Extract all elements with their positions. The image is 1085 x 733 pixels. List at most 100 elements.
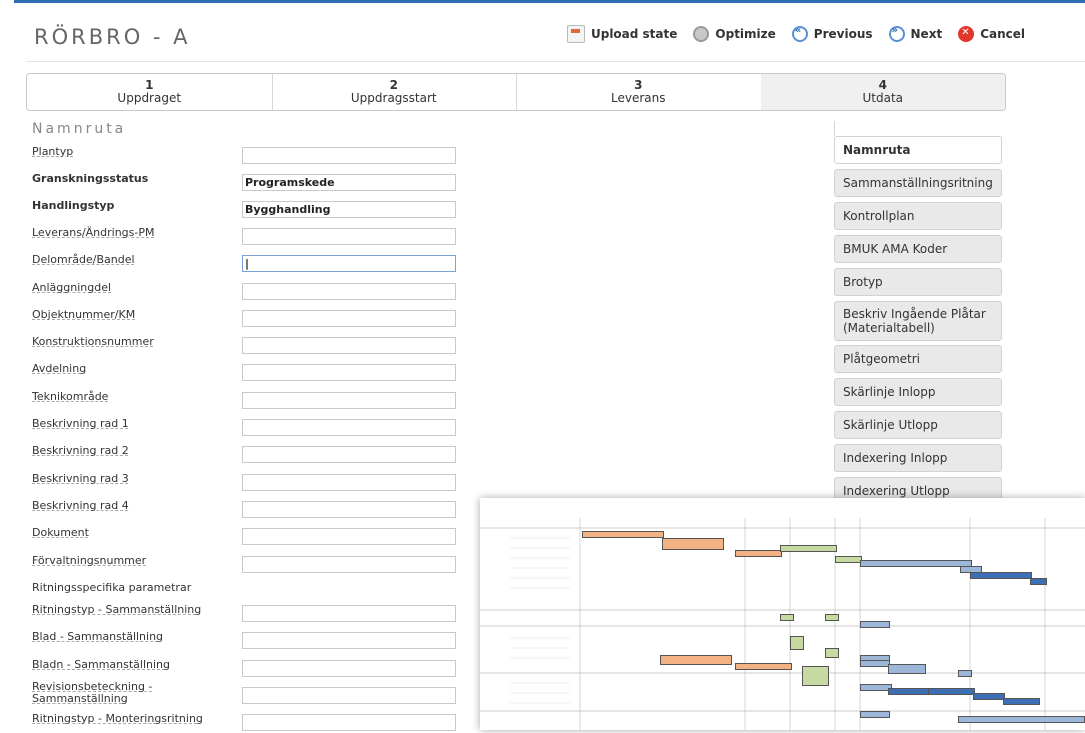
form-row: Bladn - Sammanställning [32,652,472,678]
upload-icon [566,25,585,43]
sidebar-tab[interactable]: BMUK AMA Koder [834,235,1002,263]
sidebar-tab[interactable]: Skärlinje Inlopp [834,378,1002,406]
form-row: Anläggningdel [32,275,472,301]
gantt-chart-image [480,498,1085,730]
fast-forward-icon [888,25,905,42]
field-label: Beskrivning rad 2 [32,444,129,457]
field-label: Beskrivning rad 3 [32,472,129,485]
text-input[interactable] [242,501,456,518]
sidebar-tab[interactable]: Beskriv Ingående Plåtar (Materialtabell) [834,301,1002,341]
form-row: Ritningstyp - Monteringsritning [32,706,472,732]
text-input[interactable] [242,714,456,731]
gantt-bar [780,545,837,552]
sidebar-tab[interactable]: Namnruta [834,136,1002,164]
gantt-bar [973,693,1005,700]
field-label: Blad - Sammanställning [32,630,164,643]
toolbar: Upload state Optimize Previous Next Canc… [566,25,1025,43]
text-input[interactable] [242,474,456,491]
text-input[interactable] [242,632,456,649]
gantt-bar [888,688,930,695]
text-input[interactable] [242,687,456,704]
sidebar-tab[interactable]: Plåtgeometri [834,345,1002,373]
gantt-bar [1030,578,1047,585]
cancel-button[interactable]: Cancel [958,26,1025,42]
text-input[interactable] [242,364,456,381]
text-input[interactable] [242,310,456,327]
gantt-bar [735,550,782,557]
form-row: Blad - Sammanställning [32,624,472,650]
gantt-bar [928,688,975,695]
step-uppdragsstart[interactable]: 2 Uppdragsstart [272,74,517,110]
gantt-bar [958,670,972,677]
form-row: Förvaltningsnummer [32,548,472,574]
text-input[interactable]: | [242,255,456,272]
text-input[interactable] [242,419,456,436]
field-label: Konstruktionsnummer [32,335,154,348]
gantt-bar [662,538,724,550]
text-input[interactable] [242,283,456,300]
field-label: Plantyp [32,145,74,158]
text-input[interactable] [242,605,456,622]
gantt-bar [835,556,862,563]
form-row: Beskrivning rad 2 [32,438,472,464]
step-uppdraget[interactable]: 1 Uppdraget [27,74,273,110]
upload-state-button[interactable]: Upload state [566,25,677,43]
text-input[interactable]: Bygghandling [242,201,456,218]
gantt-bar [888,664,926,674]
field-label: Beskrivning rad 4 [32,499,129,512]
gantt-bar [860,660,890,667]
step-label: Utdata [862,91,904,105]
field-label: Ritningstyp - Sammanställning [32,603,202,616]
form-row: Avdelning [32,356,472,382]
gantt-bar [860,560,972,567]
form-row: Konstruktionsnummer [32,329,472,355]
field-label: Teknikområde [32,390,109,403]
text-input[interactable] [242,147,456,164]
field-label: Handlingstyp [32,199,115,212]
text-input[interactable] [242,446,456,463]
sidebar-tab[interactable]: Sammanställningsritning [834,169,1002,197]
gantt-bar [582,531,664,538]
rewind-icon [791,25,808,42]
optimize-button[interactable]: Optimize [693,26,776,42]
gantt-bar [825,614,839,621]
gantt-bar [660,655,732,665]
form-row: Beskrivning rad 1 [32,411,472,437]
gantt-bar [958,716,1085,723]
close-icon [958,26,975,42]
cancel-label: Cancel [980,27,1025,41]
gantt-bar [735,663,792,670]
text-input[interactable] [242,660,456,677]
field-label: Dokument [32,526,89,539]
form-row: Objektnummer/KM [32,302,472,328]
sidebar-tab[interactable]: Brotyp [834,268,1002,296]
wizard-steps: 1 Uppdraget 2 Uppdragsstart 3 Leverans 4… [26,73,1006,111]
form-row: Beskrivning rad 4 [32,493,472,519]
next-button[interactable]: Next [888,25,942,42]
sidebar-tab[interactable]: Kontrollplan [834,202,1002,230]
form-row: Delområde/Bandel | [32,247,472,273]
sidebar-tab[interactable]: Skärlinje Utlopp [834,411,1002,439]
form-row: Ritningstyp - Sammanställning [32,597,472,623]
form-row: Plantyp [32,139,472,165]
field-label: Ritningsspecifika parametrar [32,581,192,594]
text-input[interactable]: Programskede [242,174,456,191]
form-row: Leverans/Ändrings-PM [32,220,472,246]
step-utdata[interactable]: 4 Utdata [760,74,1005,110]
step-leverans[interactable]: 3 Leverans [516,74,762,110]
text-input[interactable] [242,528,456,545]
text-input[interactable] [242,556,456,573]
page-title: RÖRBRO - A [34,25,191,49]
text-input[interactable] [242,392,456,409]
text-input[interactable] [242,228,456,245]
optimize-label: Optimize [715,27,776,41]
previous-label: Previous [813,27,873,41]
gantt-bar [825,648,839,658]
field-label: Förvaltningsnummer [32,554,147,567]
text-input[interactable] [242,337,456,354]
form-row: Teknikområde [32,384,472,410]
step-label: Uppdragsstart [350,91,437,105]
form-row: Dokument [32,520,472,546]
previous-button[interactable]: Previous [791,25,873,42]
sidebar-tab[interactable]: Indexering Inlopp [834,444,1002,472]
